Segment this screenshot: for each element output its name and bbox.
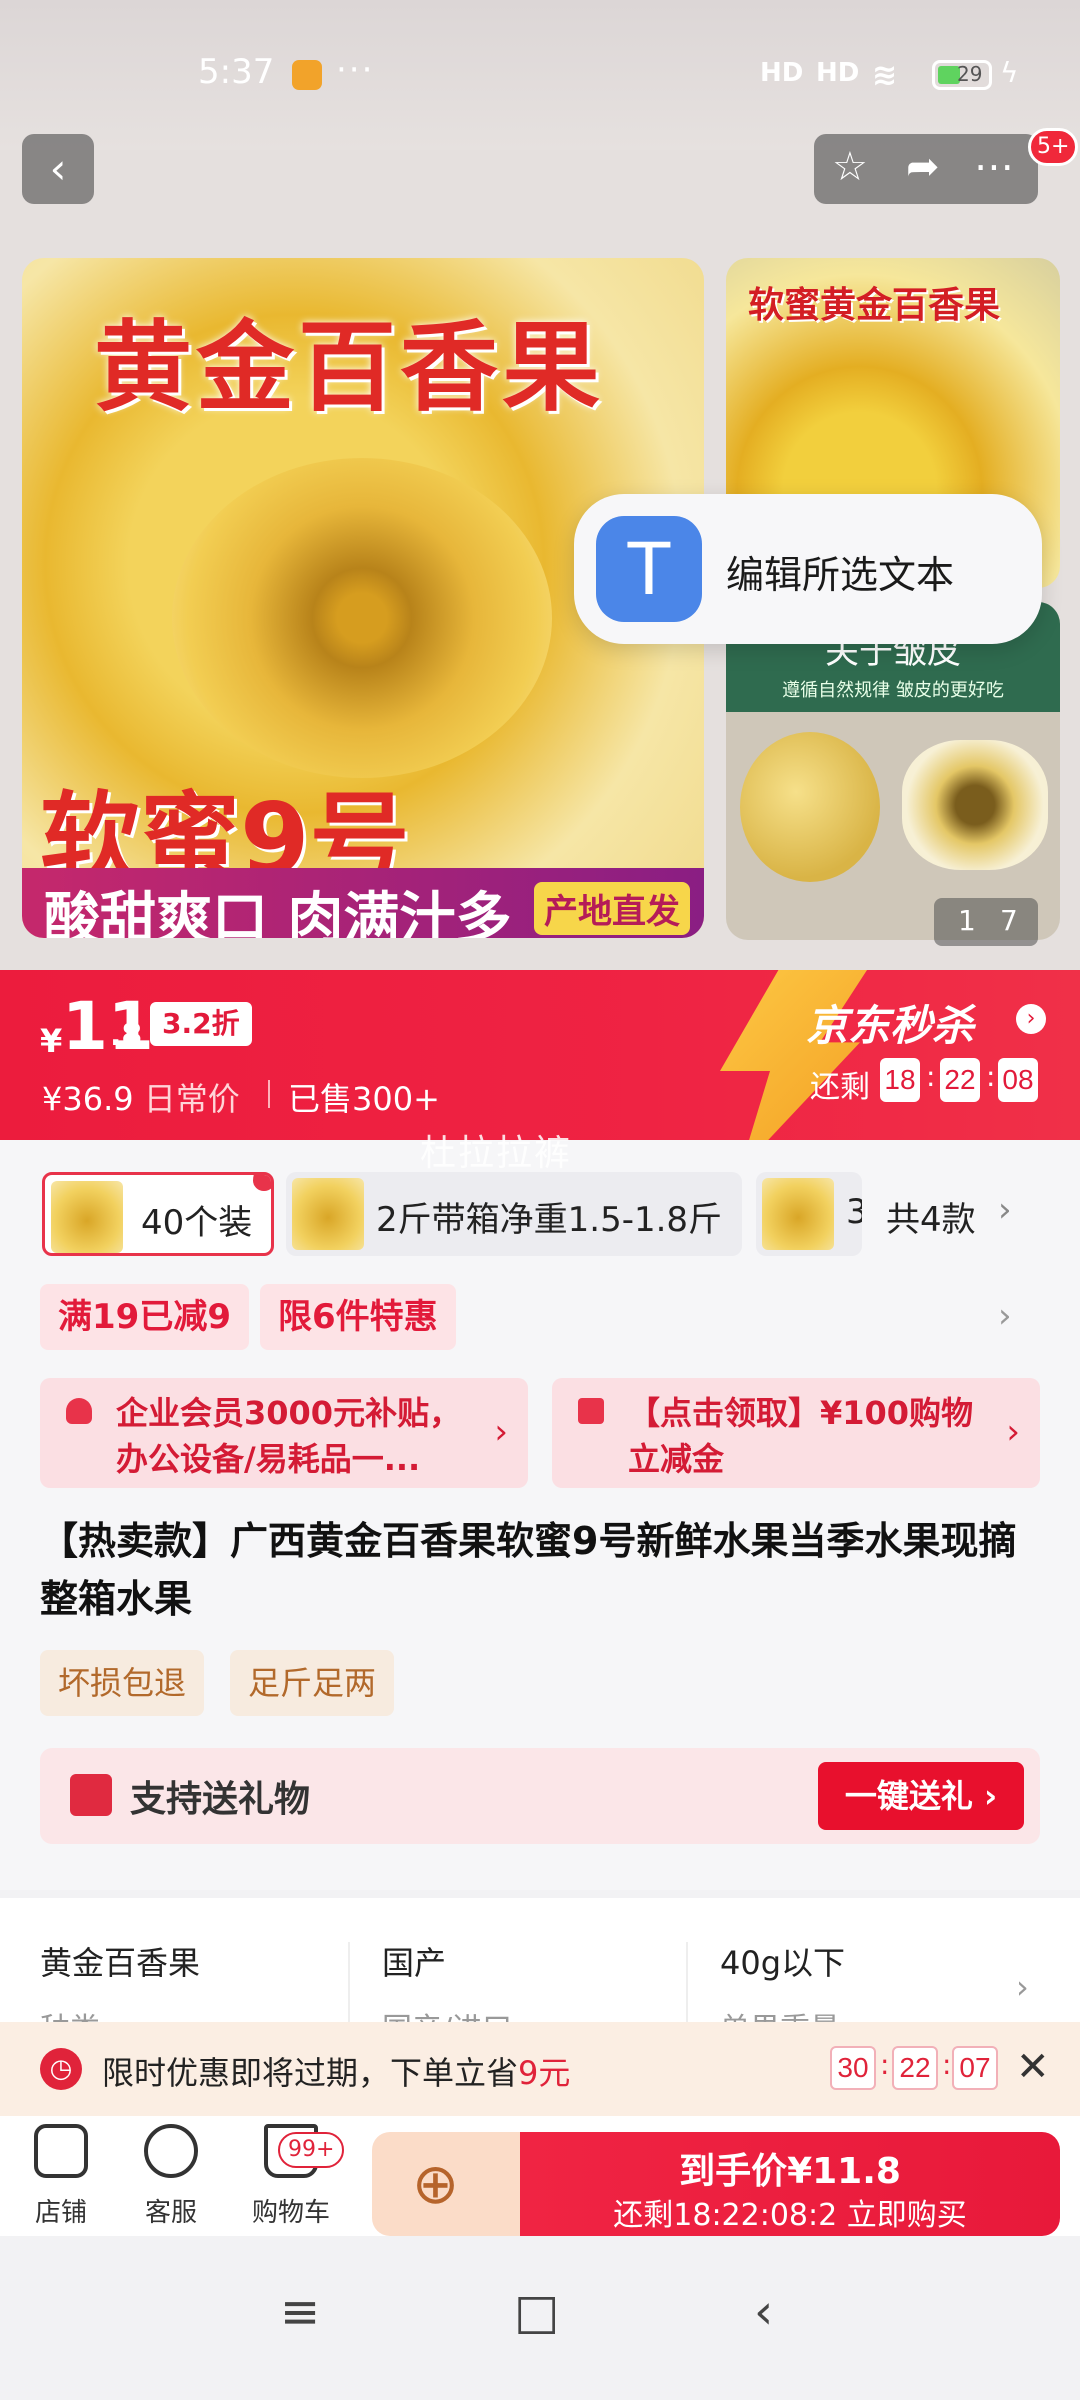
variant-thumbnail [762, 1178, 834, 1250]
notice-countdown-seconds: 07 [952, 2046, 998, 2090]
edit-text-label: 编辑所选文本 [726, 553, 955, 597]
status-time: 5:37 [198, 52, 275, 92]
service-tag: 足斤足两 [230, 1650, 395, 1716]
side-image-2-subtitle: 遵循自然规律 皱皮的更好吃 [782, 680, 1004, 701]
back-button[interactable]: ‹ [22, 134, 94, 204]
flash-sale-brand[interactable]: 京东秒杀 [806, 992, 974, 1053]
promo-tag[interactable]: 限6件特惠 [260, 1284, 456, 1350]
chat-face-icon [144, 2124, 198, 2178]
more-icon[interactable]: ⋯ [974, 144, 1014, 190]
gift-bar: 支持送礼物 一键送礼 › [40, 1748, 1040, 1844]
top-action-group: ☆ ➦ ⋯ [814, 134, 1038, 204]
star-icon[interactable]: ☆ [832, 144, 868, 190]
home-icon[interactable]: □ [514, 2284, 559, 2340]
watermark-text: 杜拉拉裤 [420, 1133, 573, 1174]
customer-service-button[interactable]: 客服 [116, 2124, 226, 2229]
side-image-1-title: 软蜜黄金百香果 [748, 285, 1001, 326]
notice-countdown-hours: 30 [830, 2046, 876, 2090]
chevron-right-icon[interactable]: › [1016, 1004, 1046, 1034]
buy-now-button[interactable]: 到手价¥11.8 还剩18:22:08:2 立即购买 [520, 2132, 1060, 2236]
system-nav-bar: ≡ □ ‹ [0, 2236, 1080, 2400]
chevron-right-icon: › [494, 1412, 508, 1452]
product-title: 【热卖款】广西黄金百香果软蜜9号新鲜水果当季水果现摘整箱水果 [40, 1519, 1017, 1621]
fruit-illustration [172, 458, 552, 778]
gift-label: 支持送礼物 [130, 1779, 311, 1820]
image-counter: 1 7 [934, 898, 1038, 946]
share-icon[interactable]: ➦ [906, 144, 940, 190]
sold-count: 已售300+ [288, 1080, 440, 1118]
charging-icon: ϟ [1000, 56, 1019, 89]
notice-countdown-minutes: 22 [892, 2046, 938, 2090]
bottom-action-bar: 店铺 客服 购物车 99+ ⊕ 到手价¥11.8 还剩18:22:08:2 立即… [0, 2116, 1080, 2236]
signal-icon-2: HD [816, 58, 860, 88]
variant-thumbnail [51, 1181, 123, 1253]
send-gift-button[interactable]: 一键送礼 › [818, 1762, 1024, 1830]
product-attributes[interactable]: 黄金百香果 种类 国产 国产/进口 40g以下 单果重量 › [0, 1898, 1080, 2028]
image-slogan-band: 酸甜爽口 肉满汁多 产地直发 [22, 868, 704, 938]
chevron-right-icon: › [1016, 1968, 1029, 2006]
chevron-right-icon: › [1006, 1412, 1020, 1452]
user-icon [66, 1398, 92, 1424]
enterprise-coupon[interactable]: 企业会员3000元补贴，办公设备/易耗品一... › [40, 1378, 528, 1488]
flash-sale-banner: ¥ 11 .8 3.2折 ¥36.9 日常价 已售300+ 京东秒杀 › 还剩 … [0, 970, 1080, 1140]
store-icon [34, 2124, 88, 2178]
clock-icon: ◷ [40, 2048, 82, 2090]
signal-icon: HD [760, 58, 804, 88]
attr-value: 40g以下 [720, 1944, 846, 1982]
card-icon [578, 1398, 604, 1424]
variant-option[interactable]: 3 [756, 1172, 862, 1256]
discount-badge: 3.2折 [150, 1002, 252, 1046]
expiry-notice[interactable]: ◷ 限时优惠即将过期，下单立省9元 30 : 22 : 07 ✕ [0, 2022, 1080, 2116]
countdown-minutes: 22 [940, 1058, 980, 1102]
image-title-text: 黄金百香果 [94, 311, 605, 425]
price-decimal: .8 [110, 1018, 143, 1053]
variant-option[interactable]: 2斤带箱净重1.5-1.8斤 [286, 1172, 742, 1256]
countdown-label: 还剩 [810, 1070, 870, 1105]
chevron-right-icon[interactable]: › [998, 1190, 1012, 1230]
chevron-right-icon[interactable]: › [998, 1296, 1012, 1336]
notice-text: 限时优惠即将过期，下单立省9元 [102, 2054, 571, 2092]
cart-badge: 99+ [278, 2132, 345, 2168]
edit-text-popup[interactable]: T 编辑所选文本 [574, 494, 1042, 644]
gift-icon [70, 1774, 112, 1816]
attr-value: 黄金百香果 [40, 1944, 201, 1982]
store-button[interactable]: 店铺 [6, 2124, 116, 2229]
variant-option[interactable]: 40个装 [42, 1172, 274, 1256]
menu-icon[interactable]: ≡ [280, 2284, 320, 2340]
hot-icon [253, 1175, 271, 1191]
variant-thumbnail [292, 1178, 364, 1250]
close-icon[interactable]: ✕ [1016, 2044, 1050, 2090]
message-badge: 5+ [1028, 128, 1079, 166]
add-cart-icon: ⊕ [412, 2152, 459, 2217]
back-nav-icon[interactable]: ‹ [754, 2284, 773, 2340]
variant-total[interactable]: 共4款 [886, 1192, 976, 1241]
countdown-seconds: 08 [998, 1058, 1038, 1102]
countdown-hours: 18 [880, 1058, 920, 1102]
text-edit-icon: T [596, 516, 702, 622]
image-slogan-text: 酸甜爽口 肉满汁多 [44, 887, 512, 938]
side-image-2[interactable]: 关于皱皮 遵循自然规律 皱皮的更好吃 [726, 602, 1060, 940]
original-price: ¥36.9 日常价 [42, 1080, 240, 1118]
wifi-icon: ≋ [872, 58, 898, 93]
service-tag: 坏损包退 [40, 1650, 205, 1716]
image-origin-tag: 产地直发 [534, 882, 690, 935]
add-to-cart-button[interactable]: ⊕ [372, 2132, 520, 2236]
notification-app-icon [292, 60, 322, 90]
battery-icon: 29 [932, 60, 992, 90]
cash-coupon[interactable]: 【点击领取】¥100购物立减金 › [552, 1378, 1040, 1488]
promo-tag[interactable]: 满19已减9 [40, 1284, 249, 1350]
attr-value: 国产 [382, 1944, 447, 1982]
status-bar: 5:37 ··· HD HD ≋ 29 ϟ [0, 0, 1080, 150]
status-more-icon: ··· [336, 50, 375, 90]
price-currency: ¥ [40, 1022, 63, 1060]
